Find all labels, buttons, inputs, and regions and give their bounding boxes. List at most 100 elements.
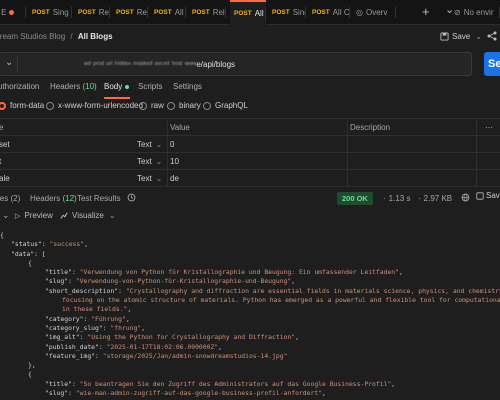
response-tab-test-results[interactable]: Test Results bbox=[77, 194, 121, 203]
radio-binary[interactable]: binary bbox=[167, 101, 201, 110]
url-bar[interactable]: ⌄ ʷᵈ ᵖʳᵒᵈ ᵘʳˡ ʰⁱᵈᵈᵉⁿ ᵐᵃˢᵏᵉᵈ ˢᵉᶜʳᵉᵗ ʰᵒˢᵗ … bbox=[0, 52, 472, 76]
tab-scripts[interactable]: Scripts bbox=[138, 82, 162, 91]
param-value[interactable]: 0 bbox=[170, 140, 174, 149]
radio-urlencoded[interactable]: x-www-form-urlencoded bbox=[46, 101, 143, 110]
tab-list-chevron-icon[interactable]: ⌄ bbox=[445, 3, 454, 16]
json-line: "slug": "Verwendung-von-Python-für-Krist… bbox=[0, 277, 500, 286]
preview-button[interactable]: ▷ Preview bbox=[15, 211, 53, 220]
tab-label: ies bbox=[0, 194, 9, 203]
tab-divider bbox=[25, 7, 26, 18]
json-string: "wie-man-admin-zugriff-auf-das-google-bu… bbox=[75, 389, 323, 398]
json-punctuation: , bbox=[218, 342, 223, 351]
json-key: "short_description" bbox=[45, 286, 119, 295]
tab-body[interactable]: Body bbox=[104, 82, 130, 91]
request-tab[interactable]: All E bbox=[0, 0, 26, 25]
radio-label: form-data bbox=[10, 101, 45, 110]
share-icon[interactable] bbox=[487, 31, 497, 41]
response-body[interactable]: {"status": "success", "data": [{"title": … bbox=[0, 231, 500, 400]
tab-divider bbox=[265, 9, 266, 20]
response-tab-cookies[interactable]: ies (2) bbox=[0, 194, 20, 203]
request-tab[interactable]: POST All C bbox=[308, 0, 350, 25]
radio-unselected-icon bbox=[139, 101, 147, 110]
request-tab[interactable]: POSTSing bbox=[268, 0, 306, 25]
radio-selected-icon bbox=[0, 101, 6, 110]
json-key: "title" bbox=[45, 379, 72, 388]
chart-icon bbox=[60, 212, 68, 219]
column-header-description: Description bbox=[350, 123, 391, 132]
json-key: "category_slug" bbox=[45, 323, 103, 332]
response-tab-headers[interactable]: Headers (12) bbox=[30, 194, 77, 203]
request-tab[interactable]: POSTRele bbox=[112, 0, 148, 25]
radio-graphql[interactable]: GraphQL bbox=[203, 101, 248, 110]
url-input[interactable]: ʷᵈ ᵖʳᵒᵈ ᵘʳˡ ʰⁱᵈᵈᵉⁿ ᵐᵃˢᵏᵉᵈ ˢᵉᶜʳᵉᵗ ʰᵒˢᵗ ʷʷ… bbox=[84, 60, 235, 69]
radio-raw[interactable]: raw bbox=[139, 101, 164, 110]
json-punctuation: , bbox=[295, 333, 299, 342]
param-key[interactable]: ale bbox=[0, 174, 10, 183]
param-value[interactable]: 10 bbox=[170, 157, 179, 166]
method-label: POST bbox=[116, 9, 134, 16]
column-options-icon[interactable]: ⋯ bbox=[485, 123, 493, 132]
request-tab[interactable]: POSTSing bbox=[28, 0, 72, 25]
save-icon bbox=[476, 191, 484, 200]
json-string: "2025-01-17T18:02:06.000000Z" bbox=[106, 342, 219, 351]
method-label: POST bbox=[192, 9, 210, 16]
response-time: · 1.13 s bbox=[383, 194, 410, 203]
format-chevron-icon[interactable]: ⌄ bbox=[2, 210, 10, 221]
tab-headers-label: Headers bbox=[50, 82, 81, 91]
breadcrumb-current[interactable]: All Blogs bbox=[78, 32, 113, 41]
json-string: "Verwendung-von-Python-für-Kristallograp… bbox=[75, 277, 292, 286]
radio-unselected-icon bbox=[203, 101, 211, 110]
response-time-value: 1.13 s bbox=[388, 194, 411, 203]
request-tab[interactable]: POSTAll E bbox=[230, 0, 266, 25]
save-button[interactable]: Save ⌄ bbox=[440, 29, 482, 43]
param-type-select[interactable]: Text ⌄ bbox=[137, 157, 162, 166]
json-key: "slug" bbox=[45, 277, 69, 286]
json-line: focusing on the atomic structure of mate… bbox=[0, 296, 500, 305]
save-response-button[interactable]: Save Re bbox=[476, 191, 500, 200]
new-tab-button[interactable]: + bbox=[422, 4, 430, 19]
tab-label: Headers bbox=[30, 194, 61, 203]
radio-form-data[interactable]: form-data bbox=[0, 101, 44, 110]
param-key[interactable]: set bbox=[0, 140, 10, 149]
save-icon bbox=[440, 31, 449, 41]
json-punctuation: : bbox=[95, 351, 103, 360]
param-type-select[interactable]: Text ⌄ bbox=[137, 174, 162, 183]
param-key[interactable]: t bbox=[0, 157, 1, 166]
request-tab[interactable]: POSTAll S bbox=[150, 0, 186, 25]
json-line: }, bbox=[0, 361, 500, 370]
request-tab[interactable]: ◎ Overv bbox=[352, 0, 396, 25]
method-label: POST bbox=[78, 9, 96, 16]
tab-label: All E bbox=[0, 8, 7, 17]
json-line: { bbox=[0, 259, 500, 268]
table-border bbox=[0, 186, 500, 187]
json-line: { bbox=[0, 370, 500, 379]
param-type-label: Text bbox=[137, 174, 152, 183]
method-chevron-icon[interactable]: ⌄ bbox=[5, 57, 13, 68]
request-tab[interactable]: POSTRele bbox=[74, 0, 110, 25]
request-tab[interactable]: POSTRele bbox=[188, 0, 226, 25]
globe-icon bbox=[461, 193, 470, 202]
history-icon[interactable] bbox=[127, 193, 136, 202]
tab-settings[interactable]: Settings bbox=[173, 82, 202, 91]
json-string: in these fields." bbox=[62, 305, 128, 314]
tab-divider bbox=[71, 7, 72, 18]
tab-divider bbox=[185, 7, 186, 18]
method-label: POST bbox=[32, 9, 50, 16]
send-button[interactable]: Se bbox=[484, 52, 500, 76]
tab-headers[interactable]: Headers (10) bbox=[50, 82, 97, 91]
tab-authorization[interactable]: uthorization bbox=[0, 82, 39, 91]
json-key: "slug" bbox=[45, 389, 69, 398]
json-line: "category": "Führung", bbox=[0, 315, 500, 324]
unsaved-dot bbox=[9, 10, 15, 15]
method-divider bbox=[17, 57, 18, 71]
param-value[interactable]: de bbox=[170, 174, 179, 183]
visualize-button[interactable]: Visualize ⌄ bbox=[60, 211, 116, 220]
tab-divider bbox=[349, 7, 350, 18]
dot-separator: · bbox=[418, 194, 421, 203]
param-type-select[interactable]: Text ⌄ bbox=[137, 140, 162, 149]
breadcrumb-parent[interactable]: Dream Studios Blog bbox=[0, 32, 65, 41]
json-punctuation: : bbox=[68, 277, 76, 286]
chevron-down-icon: ⌄ bbox=[155, 140, 163, 149]
tab-divider bbox=[147, 7, 148, 18]
save-chevron-icon[interactable]: ⌄ bbox=[475, 32, 482, 41]
